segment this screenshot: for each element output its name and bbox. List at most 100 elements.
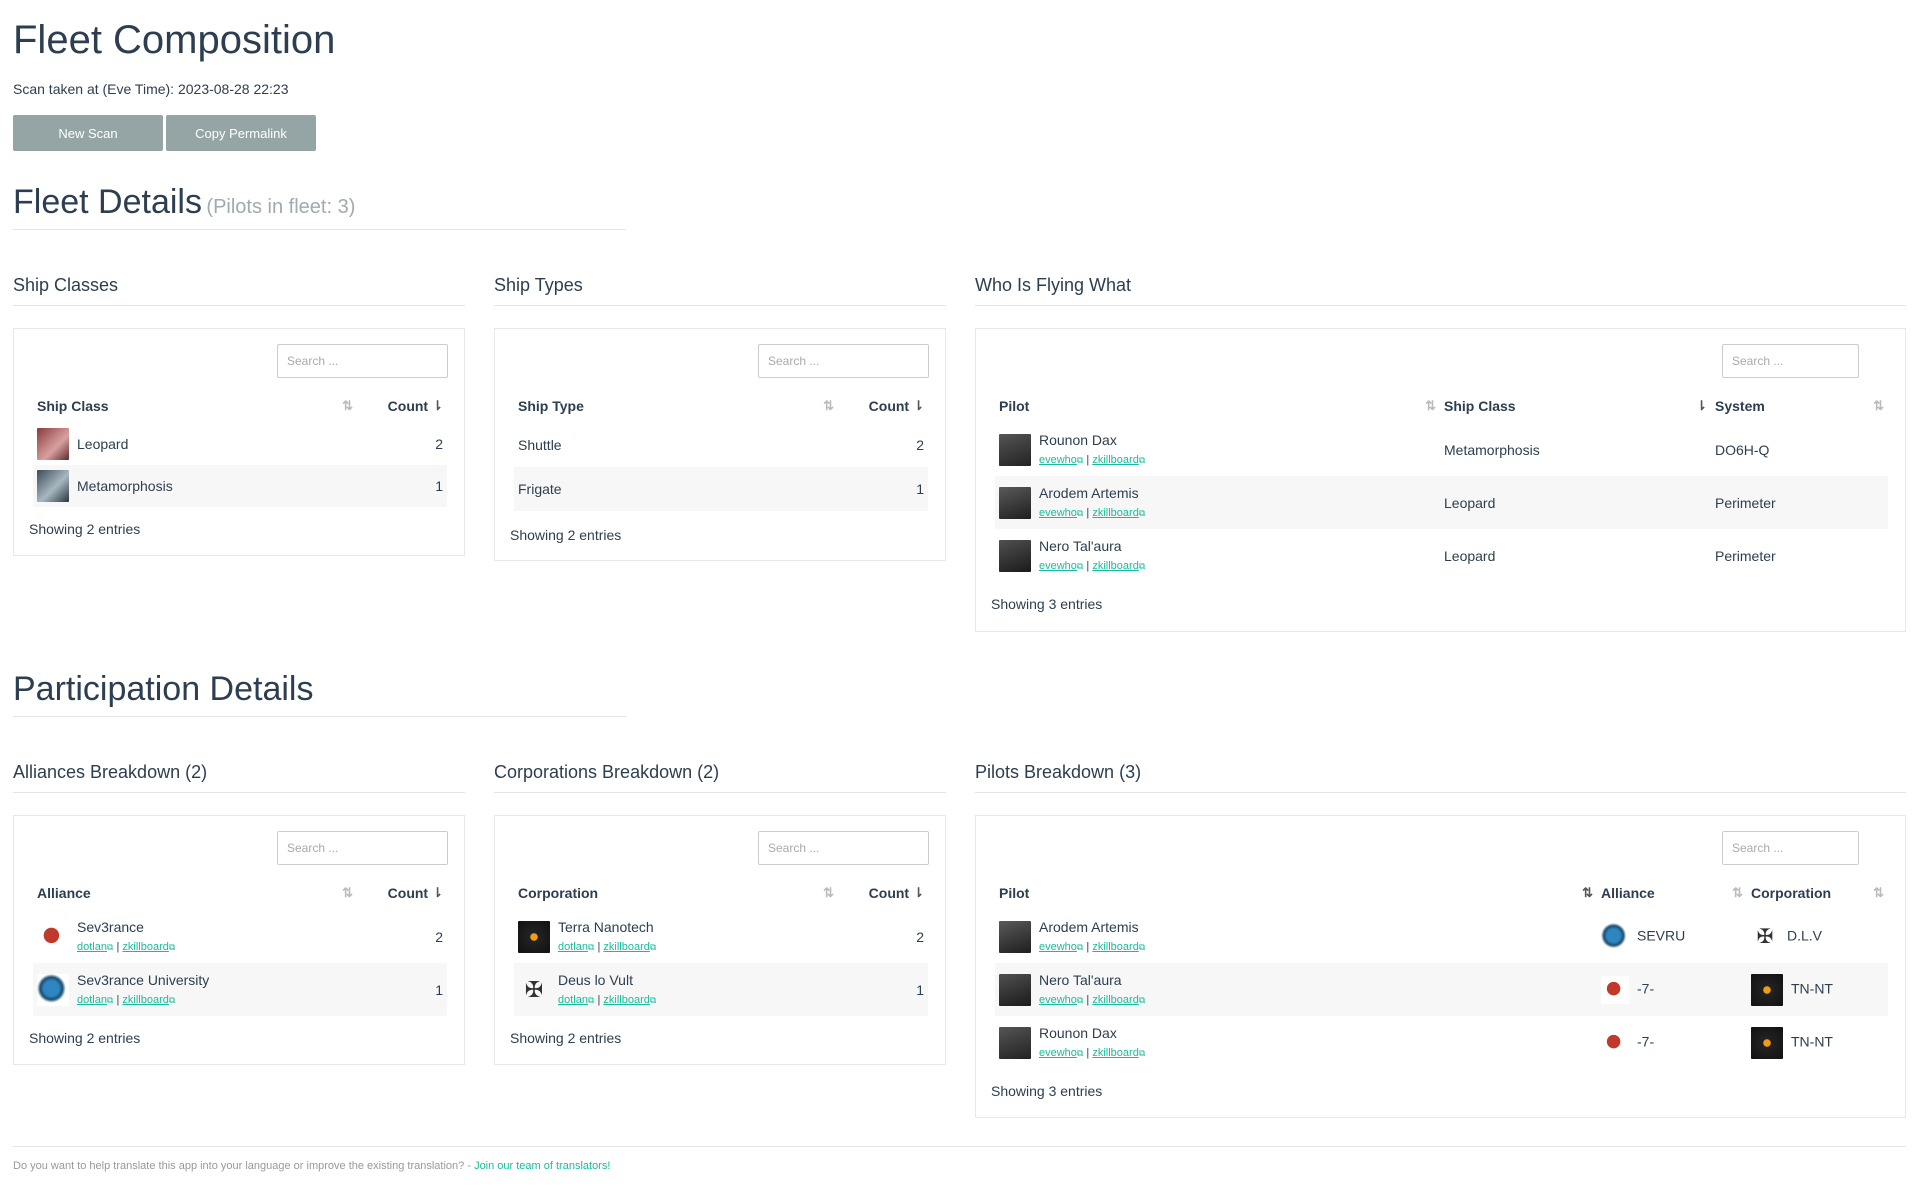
pilot-portrait	[999, 1026, 1031, 1059]
corporation-logo-icon	[518, 920, 550, 953]
new-scan-button[interactable]: New Scan	[13, 115, 163, 151]
table-row[interactable]: Leopard 2	[33, 423, 447, 465]
external-link-icon: ⧉	[587, 942, 595, 952]
table-row[interactable]: Rounon Dax evewho⧉ | zkillboard⧉ Metamorp…	[995, 423, 1888, 476]
column-header-alliance[interactable]: Alliance ⇅	[1597, 876, 1747, 910]
alliances-title: Alliances Breakdown (2)	[13, 762, 465, 793]
column-header-pilot[interactable]: Pilot ⇅	[995, 876, 1597, 910]
table-row[interactable]: Rounon Dax evewho⧉ | zkillboard⧉ -7- TN-N…	[995, 1016, 1888, 1069]
table-row[interactable]: Nero Tal'aura evewho⧉ | zkillboard⧉ Leopa…	[995, 529, 1888, 582]
column-header-count[interactable]: Count ⇂	[838, 876, 928, 910]
column-header-corporation[interactable]: Corporation ⇅	[514, 876, 838, 910]
leopard-ship-icon	[37, 428, 69, 460]
table-row[interactable]: Terra Nanotech dotlan⧉ | zkillboard⧉ 2	[514, 910, 928, 963]
zkillboard-link[interactable]: zkillboard	[603, 941, 649, 953]
sort-icon: ⇅	[823, 398, 834, 413]
external-link-icon: ⧉	[1076, 455, 1084, 465]
pilots-in-fleet-count: (Pilots in fleet: 3)	[206, 196, 356, 218]
evewho-link[interactable]: evewho	[1039, 1047, 1077, 1059]
corporations-entries-info: Showing 2 entries	[510, 1030, 622, 1046]
pilots-breakdown-title: Pilots Breakdown (3)	[975, 762, 1906, 793]
who-flying-search-input[interactable]	[1722, 344, 1859, 378]
evewho-link[interactable]: evewho	[1039, 941, 1077, 953]
table-row[interactable]: Sev3rance dotlan⧉ | zkillboard⧉ 2	[33, 910, 447, 963]
zkillboard-link[interactable]: zkillboard	[122, 994, 168, 1006]
page-title: Fleet Composition	[13, 18, 336, 62]
table-row[interactable]: Frigate 1	[514, 467, 928, 511]
participation-details-heading: Participation Details	[13, 670, 626, 717]
sort-icon: ⇅	[1873, 885, 1884, 900]
who-flying-entries-info: Showing 3 entries	[991, 596, 1103, 612]
evewho-link[interactable]: evewho	[1039, 454, 1077, 466]
pilots-breakdown-panel: Pilot⇅ Alliance⇅ Corporation⇅ Arodem Art…	[975, 815, 1906, 1118]
zkillboard-link[interactable]: zkillboard	[1092, 941, 1138, 953]
pilots-breakdown-search-input[interactable]	[1722, 831, 1859, 865]
ship-types-title: Ship Types	[494, 275, 946, 306]
external-link-icon: ⧉	[1076, 508, 1084, 518]
zkillboard-link[interactable]: zkillboard	[122, 941, 168, 953]
sort-desc-icon: ⇂	[432, 398, 443, 413]
action-buttons: New Scan Copy Permalink	[13, 115, 316, 151]
column-header-count[interactable]: Count ⇂	[838, 389, 928, 423]
fleet-details-title: Fleet Details	[13, 183, 202, 221]
zkillboard-link[interactable]: zkillboard	[603, 994, 649, 1006]
ship-classes-title: Ship Classes	[13, 275, 465, 306]
dotlan-link[interactable]: dotlan	[77, 941, 107, 953]
external-link-icon: ⧉	[1138, 995, 1146, 1005]
table-row[interactable]: ✠ Deus lo Vult dotlan⧉ | zkillboard⧉ 1	[514, 963, 928, 1016]
column-header-ship-class[interactable]: Ship Class ⇅	[33, 389, 357, 423]
zkillboard-link[interactable]: zkillboard	[1092, 454, 1138, 466]
zkillboard-link[interactable]: zkillboard	[1092, 1047, 1138, 1059]
ship-types-search-input[interactable]	[758, 344, 929, 378]
alliances-search-input[interactable]	[277, 831, 448, 865]
copy-permalink-button[interactable]: Copy Permalink	[166, 115, 316, 151]
metamorphosis-ship-icon	[37, 470, 69, 502]
external-link-icon: ⧉	[1138, 508, 1146, 518]
pilot-portrait	[999, 973, 1031, 1006]
dotlan-link[interactable]: dotlan	[558, 994, 588, 1006]
zkillboard-link[interactable]: zkillboard	[1092, 994, 1138, 1006]
participation-details-title: Participation Details	[13, 670, 314, 708]
corporations-panel: Corporation⇅ Count⇂ Terra Nanotechdotlan…	[494, 815, 946, 1065]
column-header-ship-type[interactable]: Ship Type ⇅	[514, 389, 838, 423]
column-header-pilot[interactable]: Pilot ⇅	[995, 389, 1440, 423]
column-header-corporation[interactable]: Corporation ⇅	[1747, 876, 1888, 910]
join-translators-link[interactable]: Join our team of translators!	[474, 1160, 610, 1172]
external-link-icon: ⧉	[1138, 561, 1146, 571]
column-header-count[interactable]: Count ⇂	[357, 876, 447, 910]
ship-types-panel: Ship Type⇅ Count⇂ Shuttle 2 Frigate 1 Sh…	[494, 328, 946, 561]
ship-classes-panel: Ship Class⇅ Count⇂ Leopard 2 Metamorphos…	[13, 328, 465, 556]
external-link-icon: ⧉	[649, 942, 657, 952]
evewho-link[interactable]: evewho	[1039, 560, 1077, 572]
sort-desc-icon: ⇂	[913, 398, 924, 413]
zkillboard-link[interactable]: zkillboard	[1092, 560, 1138, 572]
table-row[interactable]: Arodem Artemis evewho⧉ | zkillboard⧉ Leop…	[995, 476, 1888, 529]
sort-icon: ⇅	[1732, 885, 1743, 900]
dotlan-link[interactable]: dotlan	[558, 941, 588, 953]
ship-classes-table: Ship Class ⇅ Count ⇂ Leopard 2 Metamorphos…	[33, 389, 447, 507]
external-link-icon: ⧉	[1076, 942, 1084, 952]
column-header-system[interactable]: System ⇅	[1711, 389, 1888, 423]
column-header-count[interactable]: Count ⇂	[357, 389, 447, 423]
dotlan-link[interactable]: dotlan	[77, 994, 107, 1006]
table-row[interactable]: Arodem Artemis evewho⧉ | zkillboard⧉ SEVR…	[995, 910, 1888, 963]
column-header-alliance[interactable]: Alliance ⇅	[33, 876, 357, 910]
column-header-ship-class[interactable]: Ship Class ⇂	[1440, 389, 1711, 423]
table-row[interactable]: Metamorphosis 1	[33, 465, 447, 507]
alliance-logo-icon	[37, 920, 69, 953]
external-link-icon: ⧉	[1076, 1048, 1084, 1058]
ship-classes-search-input[interactable]	[277, 344, 448, 378]
table-row[interactable]: Nero Tal'aura evewho⧉ | zkillboard⧉ -7- T…	[995, 963, 1888, 1016]
table-row[interactable]: Shuttle 2	[514, 423, 928, 467]
external-link-icon: ⧉	[1138, 455, 1146, 465]
sort-icon: ⇅	[823, 885, 834, 900]
external-link-icon: ⧉	[1138, 942, 1146, 952]
pilots-breakdown-table: Pilot ⇅ Alliance ⇅ Corporation ⇅ Arodem Art…	[995, 876, 1888, 1069]
footer-divider	[13, 1146, 1906, 1147]
table-row[interactable]: Sev3rance University dotlan⧉ | zkillboard…	[33, 963, 447, 1016]
evewho-link[interactable]: evewho	[1039, 994, 1077, 1006]
sort-desc-icon: ⇂	[913, 885, 924, 900]
evewho-link[interactable]: evewho	[1039, 507, 1077, 519]
corporations-search-input[interactable]	[758, 831, 929, 865]
zkillboard-link[interactable]: zkillboard	[1092, 507, 1138, 519]
